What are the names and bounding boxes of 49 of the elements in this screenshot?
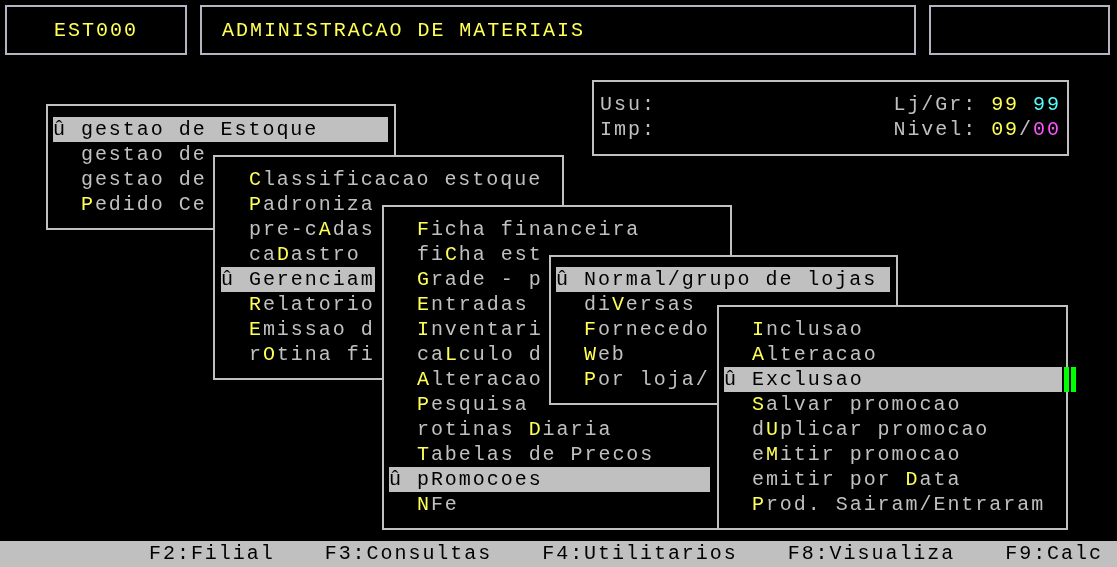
program-code: EST000: [54, 17, 138, 43]
user-label: Usu:: [600, 92, 656, 117]
menu-item[interactable]: Fornecedo: [556, 316, 710, 342]
menu-item[interactable]: Inclusao: [724, 316, 864, 342]
menu-item[interactable]: Pesquisa: [389, 391, 529, 417]
menu-item[interactable]: diVersas: [556, 291, 696, 317]
store-group-value: Lj/Gr: 99 99: [893, 92, 1061, 117]
menu-item[interactable]: û Exclusao: [724, 366, 1062, 392]
menu-item[interactable]: gestao de: [53, 166, 207, 192]
function-key-label[interactable]: F8:Visualiza: [787, 541, 956, 567]
menu-item[interactable]: caLculo d: [389, 341, 543, 367]
menu-item[interactable]: rotinas Diaria: [389, 416, 613, 442]
menu-item[interactable]: Entradas: [389, 291, 529, 317]
menu-item[interactable]: gestao de: [53, 141, 207, 167]
menu-item[interactable]: Pedido Ce: [53, 191, 207, 217]
menu-item[interactable]: rOtina fi: [221, 341, 375, 367]
menu-item[interactable]: Alteracao: [389, 366, 543, 392]
menu-item[interactable]: û Normal/grupo de lojas: [556, 266, 890, 292]
menu-item[interactable]: pre-cAdas: [221, 216, 375, 242]
menu-item[interactable]: Padroniza: [221, 191, 375, 217]
menu-item[interactable]: Por loja/: [556, 366, 710, 392]
menu-item[interactable]: Alteracao: [724, 341, 878, 367]
printer-label: Imp:: [600, 117, 656, 142]
menu-item[interactable]: û pRomocoes: [389, 466, 710, 492]
function-key-label[interactable]: F3:Consultas: [324, 541, 493, 567]
menu-item[interactable]: Salvar promocao: [724, 391, 962, 417]
screen-title: ADMINISTRACAO DE MATERIAIS: [222, 17, 585, 43]
function-key-label[interactable]: F2:Filial: [149, 541, 275, 567]
menu-item[interactable]: Ficha financeira: [389, 216, 641, 242]
menu-item[interactable]: caDastro: [221, 241, 361, 267]
function-key-label[interactable]: F4:Utilitarios: [542, 541, 738, 567]
menu-item[interactable]: fiCha est: [389, 241, 543, 267]
menu-item[interactable]: Web: [556, 341, 626, 367]
menu-item[interactable]: Prod. Sairam/Entraram: [724, 491, 1046, 517]
menu-item[interactable]: dUplicar promocao: [724, 416, 990, 442]
menu-item[interactable]: Classificacao estoque: [221, 166, 543, 192]
menu-item[interactable]: û Gerenciam: [221, 266, 375, 292]
menu-item[interactable]: Relatorio: [221, 291, 375, 317]
menu-item[interactable]: emitir por Data: [724, 466, 962, 492]
level-value: Nivel: 09/00: [893, 117, 1061, 142]
menu-item[interactable]: û gestao de Estoque: [53, 116, 388, 142]
text-cursor: [1064, 367, 1076, 392]
function-key-label[interactable]: F9:Calc: [1005, 541, 1103, 567]
menu-item[interactable]: eMitir promocao: [724, 441, 962, 467]
menu-item[interactable]: Emissao d: [221, 316, 375, 342]
menu-item[interactable]: Grade - p: [389, 266, 543, 292]
menu-item[interactable]: Tabelas de Precos: [389, 441, 655, 467]
menu-item[interactable]: NFe: [389, 491, 459, 517]
menu-item[interactable]: Inventari: [389, 316, 543, 342]
